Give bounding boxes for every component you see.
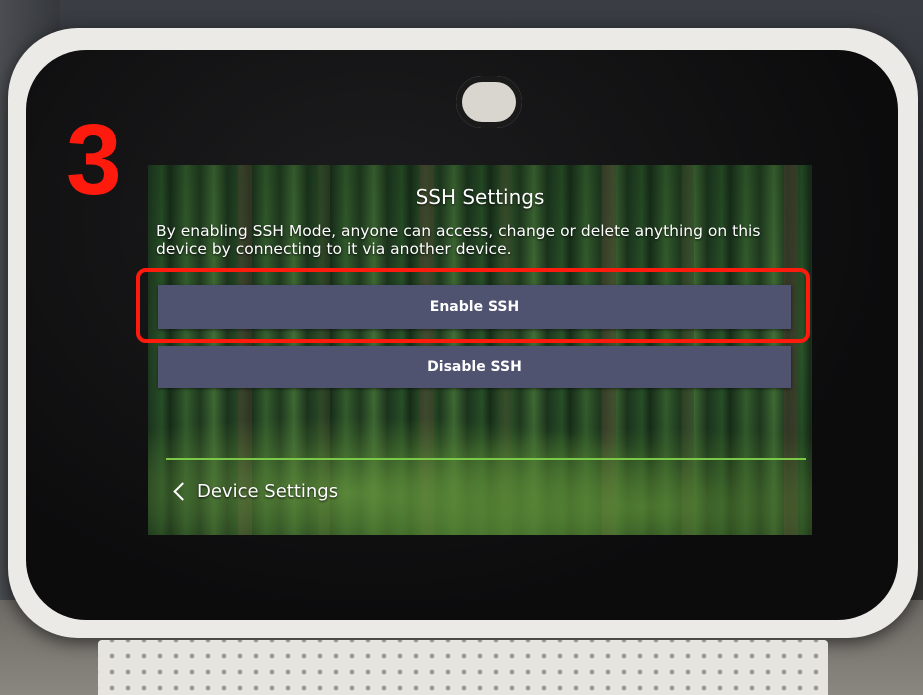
camera-icon [456, 76, 522, 128]
page-title: SSH Settings [415, 185, 545, 209]
chevron-left-icon [173, 482, 192, 501]
disable-ssh-button[interactable]: Disable SSH [158, 346, 791, 388]
disable-ssh-label: Disable SSH [427, 359, 522, 375]
highlight-box-annotation [136, 268, 810, 343]
divider [166, 458, 806, 460]
ssh-warning-text: By enabling SSH Mode, anyone can access,… [156, 222, 761, 258]
forest-ferns [148, 395, 812, 535]
step-number-annotation: 3 [66, 104, 122, 216]
device-screen: SSH Settings By enabling SSH Mode, anyon… [148, 165, 812, 535]
back-to-device-settings-button[interactable]: Device Settings [172, 481, 338, 502]
back-label: Device Settings [197, 481, 339, 502]
speaker-grille [98, 640, 828, 695]
